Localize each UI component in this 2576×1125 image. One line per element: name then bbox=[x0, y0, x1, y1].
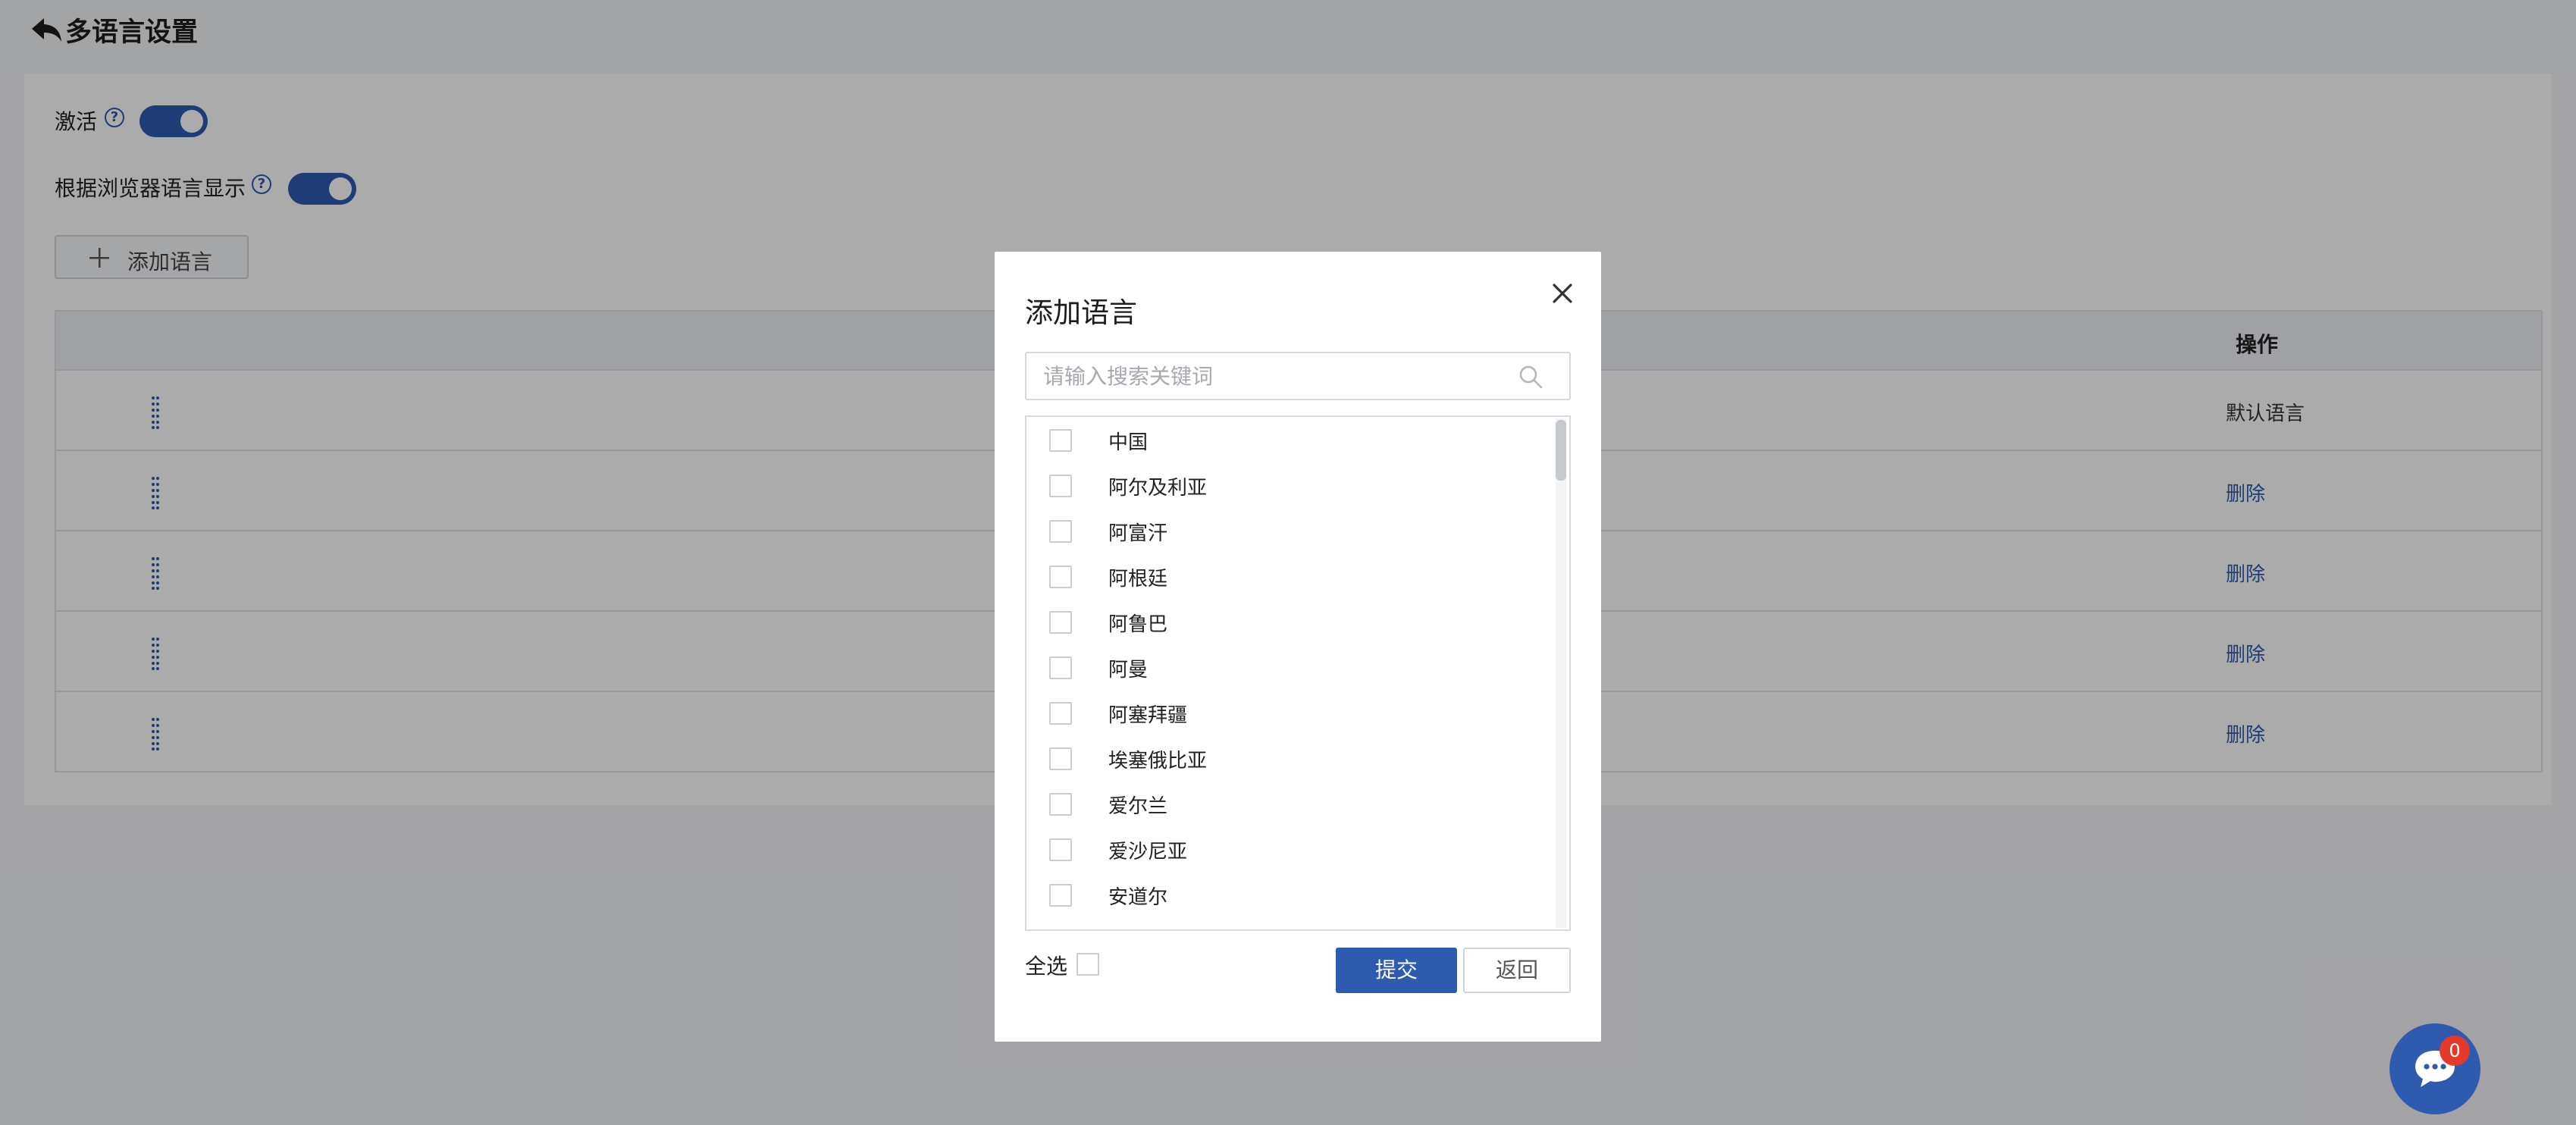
list-item[interactable]: 阿鲁巴 bbox=[1026, 599, 1550, 644]
item-label: 爱沙尼亚 bbox=[1108, 841, 1188, 863]
scrollbar-thumb[interactable] bbox=[1556, 420, 1566, 481]
scrollbar-track[interactable] bbox=[1556, 418, 1566, 928]
item-label: 阿富汗 bbox=[1108, 522, 1168, 545]
select-all-label: 全选 bbox=[1025, 954, 1068, 979]
select-all-checkbox[interactable] bbox=[1076, 953, 1099, 976]
list-item[interactable]: 阿根廷 bbox=[1026, 553, 1550, 599]
notification-badge: 0 bbox=[2440, 1036, 2470, 1066]
item-label: 埃塞俄比亚 bbox=[1108, 750, 1208, 772]
list-item[interactable]: 阿尔及利亚 bbox=[1026, 462, 1550, 508]
item-checkbox[interactable] bbox=[1049, 793, 1072, 816]
item-label: 阿鲁巴 bbox=[1108, 613, 1168, 636]
item-checkbox[interactable] bbox=[1049, 475, 1072, 497]
list-item[interactable]: 阿富汗 bbox=[1026, 508, 1550, 553]
item-label: 爱尔兰 bbox=[1108, 795, 1168, 818]
list-item[interactable]: 埃塞俄比亚 bbox=[1026, 735, 1550, 781]
item-checkbox[interactable] bbox=[1049, 702, 1072, 725]
language-list: 中国 阿尔及利亚 阿富汗 阿根廷 阿鲁巴 阿曼 阿塞拜疆 埃塞俄比亚 爱尔兰 爱… bbox=[1025, 415, 1571, 931]
back-button[interactable]: 返回 bbox=[1463, 948, 1571, 993]
item-checkbox[interactable] bbox=[1049, 747, 1072, 770]
item-checkbox[interactable] bbox=[1049, 520, 1072, 543]
item-checkbox[interactable] bbox=[1049, 884, 1072, 907]
item-label: 阿塞拜疆 bbox=[1108, 704, 1188, 727]
list-item[interactable]: 阿塞拜疆 bbox=[1026, 690, 1550, 735]
item-checkbox[interactable] bbox=[1049, 657, 1072, 679]
chat-button[interactable] bbox=[2390, 1023, 2480, 1114]
item-label: 中国 bbox=[1108, 431, 1149, 454]
search-icon[interactable] bbox=[1518, 364, 1543, 390]
list-item[interactable]: 中国 bbox=[1026, 417, 1550, 462]
item-checkbox[interactable] bbox=[1049, 611, 1072, 634]
dialog-title: 添加语言 bbox=[1025, 296, 1137, 329]
item-label: 阿曼 bbox=[1108, 659, 1149, 682]
item-checkbox[interactable] bbox=[1049, 838, 1072, 861]
item-label: 阿尔及利亚 bbox=[1108, 477, 1208, 500]
submit-button[interactable]: 提交 bbox=[1336, 948, 1457, 993]
close-icon[interactable] bbox=[1548, 279, 1577, 308]
list-item[interactable]: 爱尔兰 bbox=[1026, 781, 1550, 826]
list-item[interactable]: 安道尔 bbox=[1026, 872, 1550, 917]
add-language-dialog: 添加语言 中国 阿尔及利亚 阿富汗 阿根廷 阿鲁巴 bbox=[995, 252, 1601, 1042]
item-checkbox[interactable] bbox=[1049, 429, 1072, 452]
search-input[interactable] bbox=[1028, 355, 1513, 397]
search-box bbox=[1025, 352, 1571, 400]
item-checkbox[interactable] bbox=[1049, 566, 1072, 588]
item-label: 阿根廷 bbox=[1108, 568, 1168, 591]
item-label: 安道尔 bbox=[1108, 886, 1168, 909]
list-item[interactable]: 爱沙尼亚 bbox=[1026, 826, 1550, 872]
list-item[interactable]: 阿曼 bbox=[1026, 644, 1550, 690]
